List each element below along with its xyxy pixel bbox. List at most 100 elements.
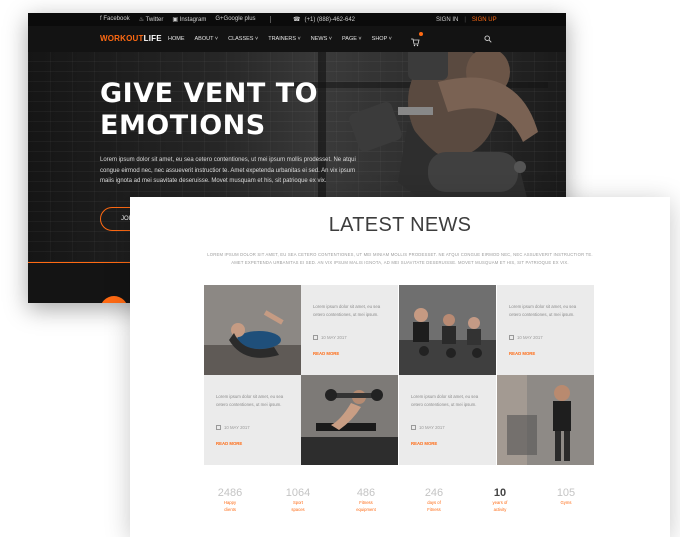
nav-item-shop[interactable]: SHOP ˅ <box>372 36 392 42</box>
news-card-2-date: 10 MAY 2017 <box>509 335 543 340</box>
news-card-3: Lorem ipsum dolor sit amet, eu sea ceter… <box>204 375 301 465</box>
google-plus-link[interactable]: G+Google plus <box>215 16 255 23</box>
instagram-icon: ▣ <box>172 17 178 23</box>
site-logo[interactable]: WORKOUTLIFE <box>100 34 162 43</box>
hero-title-line-1: GIVE VENT TO <box>100 78 319 109</box>
news-card-1-date-text: 10 MAY 2017 <box>321 335 347 340</box>
calendar-icon <box>216 425 221 430</box>
news-photo-bench-press[interactable] <box>301 375 398 465</box>
instagram-link[interactable]: ▣ Instagram <box>172 16 206 23</box>
stat-6-number: 105 <box>556 487 576 499</box>
cart-count-badge <box>419 32 423 36</box>
news-photo-treadmill[interactable] <box>497 375 594 465</box>
cart-icon <box>411 38 420 47</box>
auth-links: SIGN IN | SIGN UP <box>436 17 497 23</box>
stat-3-label-line-2: equipment <box>356 506 376 512</box>
main-navbar: WORKOUTLIFE HOME ABOUT ˅ CLASSES ˅ TRAIN… <box>28 26 566 52</box>
news-card-2-text: Lorem ipsum dolor sit amet, eu sea ceter… <box>509 304 577 317</box>
news-card-3-date-text: 10 MAY 2017 <box>224 425 250 430</box>
news-card-1-date: 10 MAY 2017 <box>313 335 347 340</box>
google-plus-icon: G+ <box>215 16 224 22</box>
stat-6-label-line-1: Gyms <box>560 500 572 505</box>
treadmill-runner-image <box>497 375 594 465</box>
stat-5-label-line-1: years of <box>492 500 508 505</box>
logo-part-workout: WORKOUT <box>100 34 144 43</box>
stat-2-number: 1064 <box>285 487 311 499</box>
nav-item-home[interactable]: HOME <box>168 36 185 42</box>
news-card-2-date-text: 10 MAY 2017 <box>517 335 543 340</box>
kettlebell-class-image <box>399 285 496 375</box>
news-card-4: Lorem ipsum dolor sit amet, eu sea ceter… <box>399 375 496 465</box>
latest-news-screenshot: LATEST NEWS LOREM IPSUM DOLOR SIT AMET, … <box>130 197 670 537</box>
nav-item-classes[interactable]: CLASSES ˅ <box>228 36 258 42</box>
news-photo-situps[interactable] <box>204 285 301 375</box>
topbar-divider <box>270 16 271 23</box>
calendar-icon <box>313 335 318 340</box>
hero-title: GIVE VENT TO EMOTIONS <box>100 78 318 142</box>
news-section-title: LATEST NEWS <box>328 214 472 236</box>
stat-1-label-line-1: Happy <box>223 500 237 505</box>
stat-3-label-line-1: Fitness <box>359 500 373 505</box>
news-card-1-text: Lorem ipsum dolor sit amet, eu sea ceter… <box>313 304 381 317</box>
hero-description: Lorem ipsum dolor sit amet, eu sea ceter… <box>100 157 356 184</box>
twitter-link[interactable]: ♨ Twitter <box>139 16 164 23</box>
news-section-subtitle: LOREM IPSUM DOLOR SIT AMET, EU SEA CETER… <box>207 252 593 265</box>
stat-2-label-line-2: spaces <box>291 506 305 512</box>
situps-image <box>204 285 301 375</box>
sign-up-link[interactable]: SIGN UP <box>472 17 497 23</box>
stat-days-of-fitness: 246 days of Fitness <box>404 487 464 512</box>
stat-1-number: 2486 <box>217 487 243 499</box>
news-card-3-read-more[interactable]: READ MORE <box>216 441 242 446</box>
stat-1-label-line-2: clients <box>224 506 236 512</box>
nav-item-about[interactable]: ABOUT ˅ <box>195 36 219 42</box>
logo-part-life: LIFE <box>143 34 162 43</box>
stat-4-number: 246 <box>424 487 444 499</box>
stats-counters: 2486 Happy clients 1064 Sport spaces 486… <box>200 487 600 517</box>
nav-item-trainers[interactable]: TRAINERS ˅ <box>268 36 301 42</box>
cart-button[interactable] <box>410 32 423 47</box>
hero-title-line-2: EMOTIONS <box>100 110 266 141</box>
search-icon[interactable] <box>484 35 492 43</box>
stat-happy-clients: 2486 Happy clients <box>200 487 260 512</box>
main-menu: HOME ABOUT ˅ CLASSES ˅ TRAINERS ˅ NEWS ˅… <box>168 36 392 42</box>
news-card-4-text: Lorem ipsum dolor sit amet, eu sea ceter… <box>411 394 479 407</box>
stat-2-label-line-1: Sport <box>292 500 303 505</box>
news-card-1: Lorem ipsum dolor sit amet, eu sea ceter… <box>301 285 398 375</box>
facebook-icon: f <box>100 16 102 22</box>
news-card-4-date-text: 10 MAY 2017 <box>419 425 445 430</box>
calendar-icon <box>411 425 416 430</box>
stage: f Facebook ♨ Twitter ▣ Instagram G+Googl… <box>0 0 680 537</box>
stat-5-label-line-2: activity <box>493 506 507 512</box>
news-photo-kettlebell-class[interactable] <box>399 285 496 375</box>
social-links: f Facebook ♨ Twitter ▣ Instagram G+Googl… <box>100 16 256 23</box>
news-grid: Lorem ipsum dolor sit amet, eu sea ceter… <box>204 285 594 465</box>
nav-item-news[interactable]: NEWS ˅ <box>311 36 332 42</box>
stat-sport-spaces: 1064 Sport spaces <box>268 487 328 512</box>
news-card-3-text: Lorem ipsum dolor sit amet, eu sea ceter… <box>216 394 284 407</box>
stat-fitness-equipment: 486 Fitness equipment <box>336 487 396 512</box>
twitter-icon: ♨ <box>138 17 145 23</box>
stat-4-label-line-2: Fitness <box>427 506 441 512</box>
news-card-2: Lorem ipsum dolor sit amet, eu sea ceter… <box>497 285 594 375</box>
orange-circle-decoration <box>100 296 128 303</box>
news-card-4-read-more[interactable]: READ MORE <box>411 441 437 446</box>
stat-5-number: 10 <box>493 487 507 499</box>
nav-item-page[interactable]: PAGE ˅ <box>342 36 362 42</box>
news-card-2-read-more[interactable]: READ MORE <box>509 351 535 356</box>
bench-press-image <box>301 375 398 465</box>
top-bar: f Facebook ♨ Twitter ▣ Instagram G+Googl… <box>28 13 566 26</box>
news-card-4-date: 10 MAY 2017 <box>411 425 445 430</box>
news-card-3-date: 10 MAY 2017 <box>216 425 250 430</box>
phone-number: ☎ (+1) (888)-462-642 <box>293 16 356 24</box>
auth-separator: | <box>464 16 466 23</box>
phone-text: (+1) (888)-462-642 <box>304 16 356 23</box>
phone-icon: ☎ <box>293 17 301 23</box>
stat-gyms: 105 Gyms <box>536 487 596 506</box>
stat-years-of-activity: 10 years of activity <box>470 487 530 512</box>
stat-3-number: 486 <box>356 487 376 499</box>
news-card-1-read-more[interactable]: READ MORE <box>313 351 339 356</box>
sign-in-link[interactable]: SIGN IN <box>436 17 458 23</box>
stat-4-label-line-1: days of <box>427 500 441 505</box>
facebook-link[interactable]: f Facebook <box>100 16 130 23</box>
calendar-icon <box>509 335 514 340</box>
